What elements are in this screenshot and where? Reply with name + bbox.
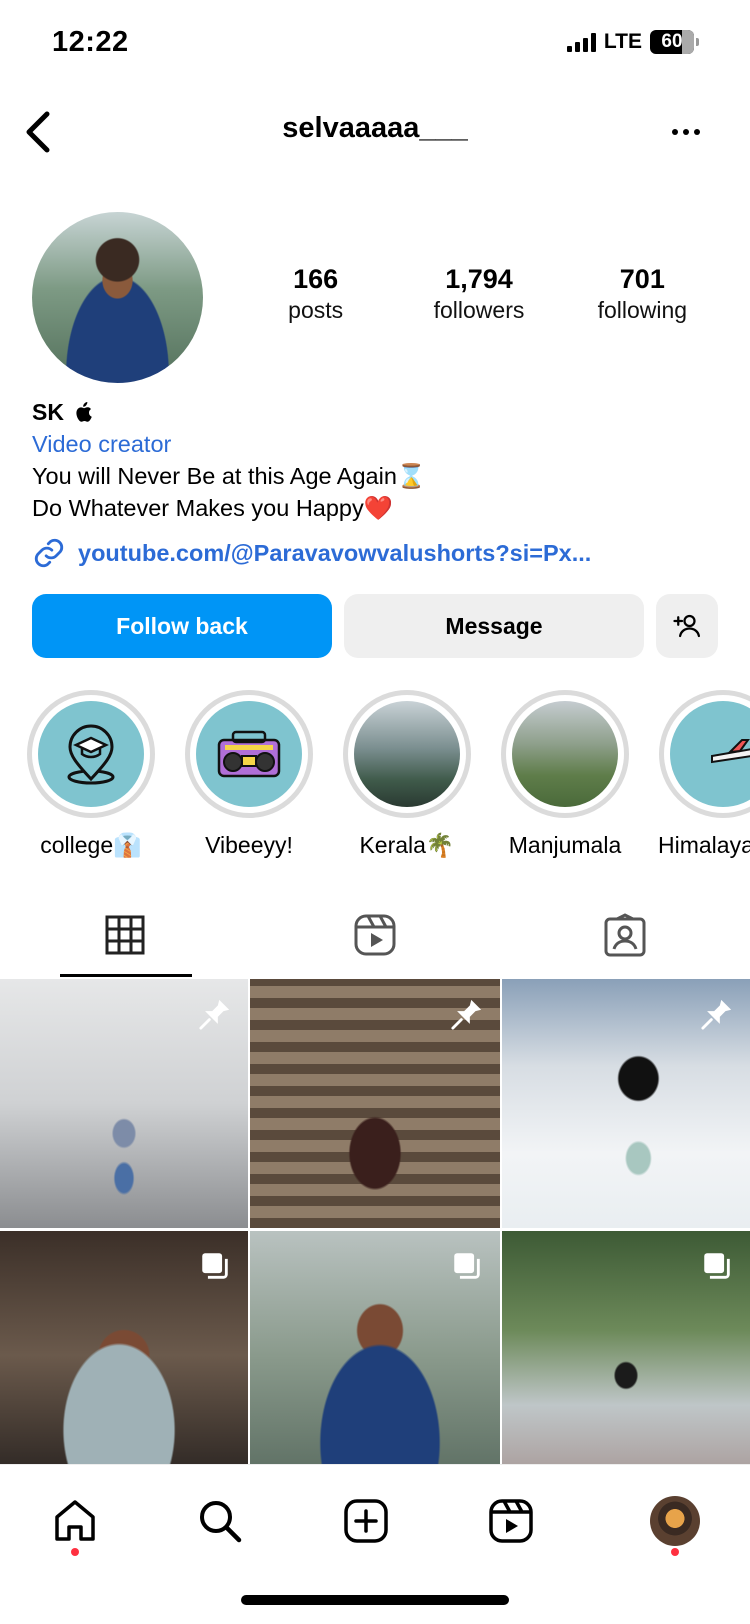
highlight-manjumala[interactable]: Manjumala [500, 690, 630, 859]
post-thumbnail[interactable] [502, 1231, 750, 1464]
stat-following[interactable]: 701 following [561, 264, 724, 324]
search-icon [200, 1501, 242, 1543]
pin-icon [451, 999, 482, 1030]
tagged-icon [604, 913, 646, 957]
carousel-icon [704, 1253, 730, 1279]
post-thumbnail[interactable] [0, 979, 248, 1228]
following-count: 701 [619, 264, 665, 294]
tab-tagged[interactable] [500, 893, 750, 977]
nav-home[interactable] [45, 1491, 105, 1551]
link-icon [34, 538, 64, 568]
nav-reels[interactable] [481, 1491, 541, 1551]
profile-notification-dot [671, 1548, 679, 1556]
highlight-label: Vibeeyy! [205, 832, 293, 858]
highlight-label: Kerala🌴 [359, 832, 455, 858]
nav-profile[interactable] [645, 1491, 705, 1551]
posts-count: 166 [293, 264, 339, 294]
post-thumbnail[interactable] [502, 979, 750, 1228]
message-button[interactable]: Message [344, 594, 644, 658]
highlight-ring [659, 690, 750, 818]
battery-level: 60 [661, 31, 683, 52]
carousel-icon [202, 1253, 228, 1279]
create-icon [344, 1499, 388, 1543]
highlight-label: Manjumala [508, 832, 622, 858]
manjumala-photo [512, 701, 618, 807]
more-dot [672, 129, 678, 135]
nav-search[interactable] [190, 1491, 250, 1551]
bio-link-text: youtube.com/@Paravavowvalushorts?si=Px..… [78, 539, 592, 566]
highlight-vibeeyy[interactable]: Vibeeyy! [184, 690, 314, 859]
highlight-label: Himalayas [658, 832, 750, 858]
boombox-icon [196, 701, 302, 807]
pin-icon [701, 999, 732, 1030]
profile-username: selvaaaaa___ [282, 112, 468, 144]
airplane-icon [670, 701, 750, 807]
bio-category[interactable]: Video creator [32, 428, 722, 460]
stat-followers[interactable]: 1,794 followers [397, 264, 560, 324]
story-highlights: college👔 Vibeeyy! Kerala🌴 Manjumala Hima… [0, 690, 750, 860]
network-type: LTE [603, 30, 642, 53]
add-user-icon [673, 614, 700, 638]
profile-header: selvaaaaa___ [0, 100, 750, 166]
highlight-ring [185, 690, 313, 818]
followers-label: followers [433, 297, 525, 323]
post-thumbnail[interactable] [250, 1231, 500, 1464]
tab-posts-grid[interactable] [0, 893, 250, 977]
nav-create[interactable] [336, 1491, 396, 1551]
more-options-button[interactable] [662, 108, 710, 156]
kerala-photo [354, 701, 460, 807]
status-indicators: LTE 60 [566, 30, 699, 54]
highlight-himalayas[interactable]: Himalayas [658, 690, 750, 859]
grid-icon [105, 915, 145, 955]
home-icon [55, 1500, 95, 1541]
posts-label: posts [288, 297, 344, 323]
reels-icon [354, 914, 396, 956]
highlight-college[interactable]: college👔 [26, 690, 156, 859]
bio-link[interactable]: youtube.com/@Paravavowvalushorts?si=Px..… [32, 536, 591, 570]
profile-tabs [0, 893, 750, 977]
stat-posts[interactable]: 166 posts [234, 264, 397, 324]
highlight-ring [343, 690, 471, 818]
signal-icon [566, 32, 596, 52]
home-indicator[interactable] [241, 1595, 509, 1605]
bio-line-2: Do Whatever Makes you Happy❤️ [32, 495, 394, 521]
post-thumbnail[interactable] [0, 1231, 248, 1464]
bio-line-1: You will Never Be at this Age Again⌛ [32, 463, 427, 489]
highlight-ring [501, 690, 629, 818]
profile-bio: SK Video creator You will Never Be at th… [32, 396, 722, 524]
tab-reels[interactable] [250, 893, 500, 977]
follow-back-button[interactable]: Follow back [32, 594, 332, 658]
highlight-kerala[interactable]: Kerala🌴 [342, 690, 472, 859]
graduation-location-icon [38, 701, 144, 807]
bio-name: SK [32, 399, 64, 425]
apple-icon [76, 402, 93, 422]
profile-actions: Follow back Message [32, 594, 718, 658]
profile-stats: 166 posts 1,794 followers 701 following [234, 264, 724, 324]
posts-grid [0, 979, 750, 1464]
following-label: following [597, 297, 688, 323]
post-thumbnail[interactable] [250, 979, 500, 1228]
home-notification-dot [71, 1548, 79, 1556]
highlight-label: college👔 [40, 832, 142, 858]
followers-count: 1,794 [445, 264, 513, 294]
status-bar: 12:22 LTE 60 [0, 0, 750, 90]
reels-icon [489, 1499, 533, 1543]
add-user-button[interactable] [656, 594, 718, 658]
highlight-ring [27, 690, 155, 818]
status-time: 12:22 [52, 26, 129, 58]
bio-name-row: SK [32, 396, 722, 428]
more-dot [694, 129, 700, 135]
pin-icon [199, 999, 230, 1030]
profile-avatar[interactable] [32, 212, 203, 383]
battery-icon: 60 [650, 30, 699, 54]
more-dot [683, 129, 689, 135]
carousel-icon [454, 1253, 480, 1279]
profile-avatar-small [650, 1496, 700, 1546]
